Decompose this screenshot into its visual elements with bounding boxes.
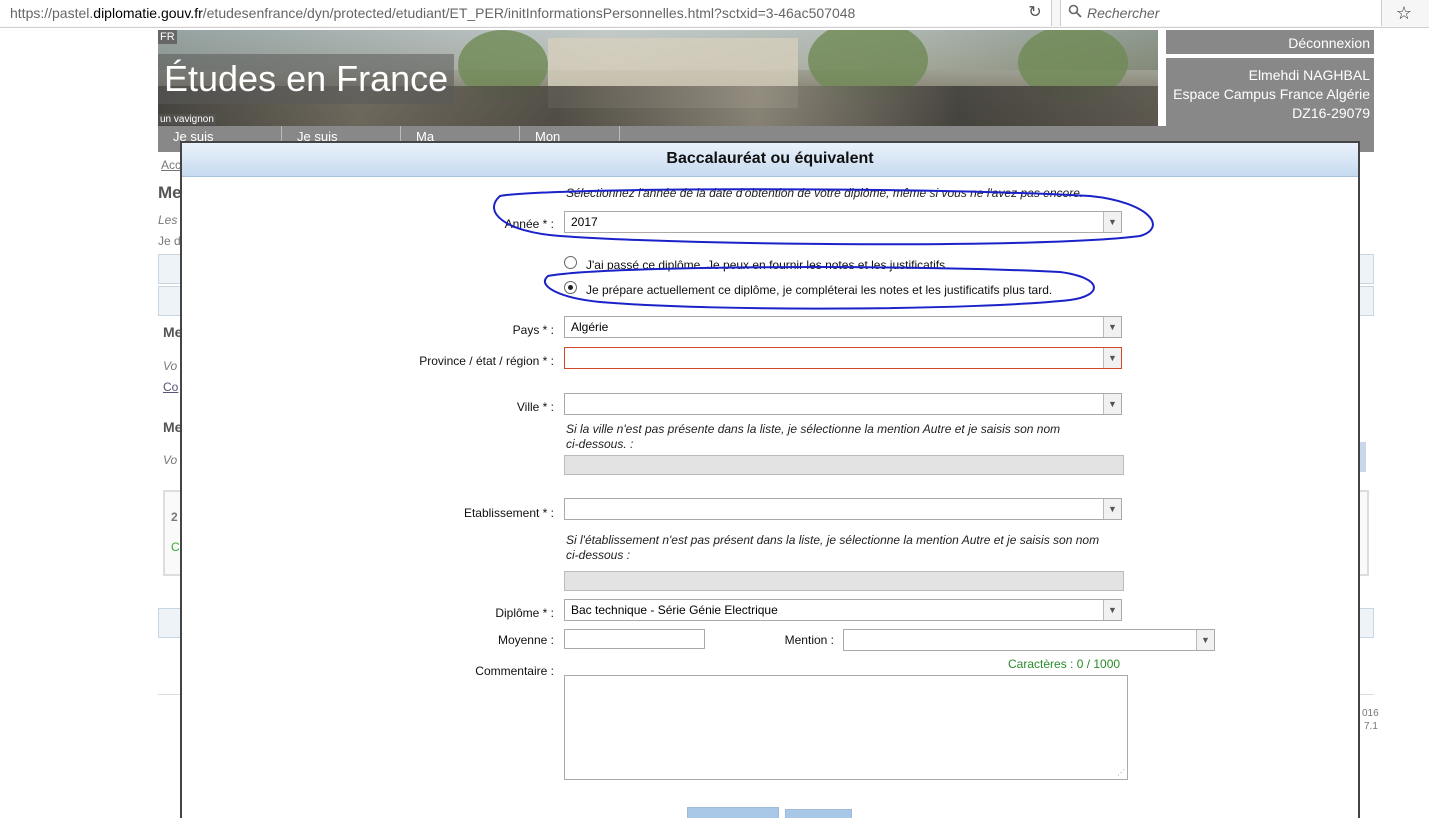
bg-text-les: Les (158, 213, 178, 227)
school-help-line-1: Si l'établissement n'est pas présent dan… (566, 533, 1100, 547)
browser-toolbar: https://pastel.diplomatie.gouv.fr/etudes… (0, 0, 1429, 28)
user-panel: Déconnexion Elmehdi NAGHBAL Espace Campu… (1166, 30, 1374, 126)
country-value: Algérie (571, 320, 609, 334)
year-select[interactable]: 2017 ▼ (564, 211, 1122, 233)
average-input[interactable] (564, 629, 705, 649)
year-label: Année * : (504, 217, 554, 231)
mention-label: Mention : (784, 633, 834, 647)
resize-handle-icon[interactable]: ⋰ (1117, 768, 1125, 777)
bg-text-je: Je d (158, 234, 181, 248)
diploma-label: Diplôme * : (495, 606, 554, 620)
secondary-button[interactable] (785, 809, 852, 818)
radio-preparing-label: Je prépare actuellement ce diplôme, je c… (586, 283, 1053, 297)
chevron-down-icon: ▼ (1103, 394, 1121, 414)
url-bar[interactable]: https://pastel.diplomatie.gouv.fr/etudes… (0, 0, 1052, 26)
user-info: Elmehdi NAGHBAL Espace Campus France Alg… (1166, 66, 1374, 123)
user-space: Espace Campus France Algérie (1173, 86, 1370, 102)
chevron-down-icon: ▼ (1103, 348, 1121, 368)
school-label: Etablissement * : (463, 506, 554, 520)
city-select[interactable]: ▼ (564, 393, 1122, 415)
city-help-line-1: Si la ville n'est pas présente dans la l… (566, 422, 1061, 436)
modal-title: Baccalauréat ou équivalent (666, 150, 874, 167)
diploma-modal: Baccalauréat ou équivalent Sélectionnez … (180, 141, 1360, 818)
diploma-select[interactable]: Bac technique - Série Génie Electrique ▼ (564, 599, 1122, 621)
radio-passed-diploma[interactable] (564, 256, 577, 269)
city-label: Ville * : (516, 400, 554, 414)
comment-textarea[interactable]: ⋰ (564, 675, 1128, 780)
year-help-text: Sélectionnez l'année de la date d'obtent… (566, 186, 1084, 200)
browser-search-input[interactable]: Rechercher (1060, 0, 1382, 26)
bg-box-num: 2 (171, 510, 178, 524)
school-help-text: Si l'établissement n'est pas présent dan… (566, 533, 1126, 563)
chevron-down-icon: ▼ (1103, 600, 1121, 620)
chevron-down-icon: ▼ (1103, 317, 1121, 337)
chevron-down-icon: ▼ (1196, 630, 1214, 650)
school-other-input[interactable] (564, 571, 1124, 591)
school-help-line-2: ci-dessous : (566, 548, 631, 562)
url-domain: diplomatie.gouv.fr (93, 5, 203, 21)
page-title: Me (158, 183, 182, 202)
bg-text-vo-2: Vo (163, 453, 178, 467)
language-switch[interactable]: FR (158, 30, 177, 44)
province-label: Province / état / région * : (419, 354, 554, 368)
bookmark-star-icon[interactable]: ☆ (1392, 2, 1416, 24)
search-icon (1068, 4, 1082, 18)
site-tagline: un vavignon (158, 114, 216, 125)
city-other-input[interactable] (564, 455, 1124, 475)
comment-char-counter: Caractères : 0 / 1000 (1008, 657, 1121, 671)
city-help-line-2: ci-dessous. : (566, 437, 634, 451)
bg-footer-version: 7.1 (1364, 721, 1378, 732)
reload-icon[interactable]: ↻ (1022, 2, 1048, 24)
breadcrumb[interactable]: Acc (161, 158, 181, 172)
country-select[interactable]: Algérie ▼ (564, 316, 1122, 338)
mention-select[interactable]: ▼ (843, 629, 1215, 651)
site-title: Études en France (158, 54, 455, 104)
search-placeholder: Rechercher (1087, 5, 1160, 21)
primary-button[interactable] (687, 807, 779, 818)
province-select[interactable]: ▼ (564, 347, 1122, 369)
average-label: Moyenne : (497, 633, 554, 647)
logout-link[interactable]: Déconnexion (1166, 30, 1374, 58)
school-select[interactable]: ▼ (564, 498, 1122, 520)
city-help-text: Si la ville n'est pas présente dans la l… (566, 422, 1126, 452)
header-banner: FR Études en France un vavignon (158, 30, 1158, 126)
bg-box-c: C (171, 540, 180, 554)
bg-link-co[interactable]: Co (163, 380, 178, 394)
bg-text-vo-1: Vo (163, 359, 178, 373)
chevron-down-icon: ▼ (1103, 212, 1121, 232)
comment-label: Commentaire : (475, 664, 554, 678)
modal-header: Baccalauréat ou équivalent (182, 143, 1358, 177)
url-prefix: https://pastel. (10, 5, 94, 21)
bg-footer-year: 016 (1362, 708, 1379, 719)
year-value: 2017 (571, 215, 598, 229)
radio-passed-label: J'ai passé ce diplôme. Je peux en fourni… (586, 258, 949, 272)
country-label: Pays * : (512, 323, 554, 337)
radio-preparing-diploma[interactable] (564, 281, 577, 294)
chevron-down-icon: ▼ (1103, 499, 1121, 519)
user-name: Elmehdi NAGHBAL (1248, 67, 1370, 83)
user-id: DZ16-29079 (1292, 105, 1370, 121)
url-path: /etudesenfrance/dyn/protected/etudiant/E… (202, 5, 856, 21)
diploma-value: Bac technique - Série Génie Electrique (571, 603, 778, 617)
